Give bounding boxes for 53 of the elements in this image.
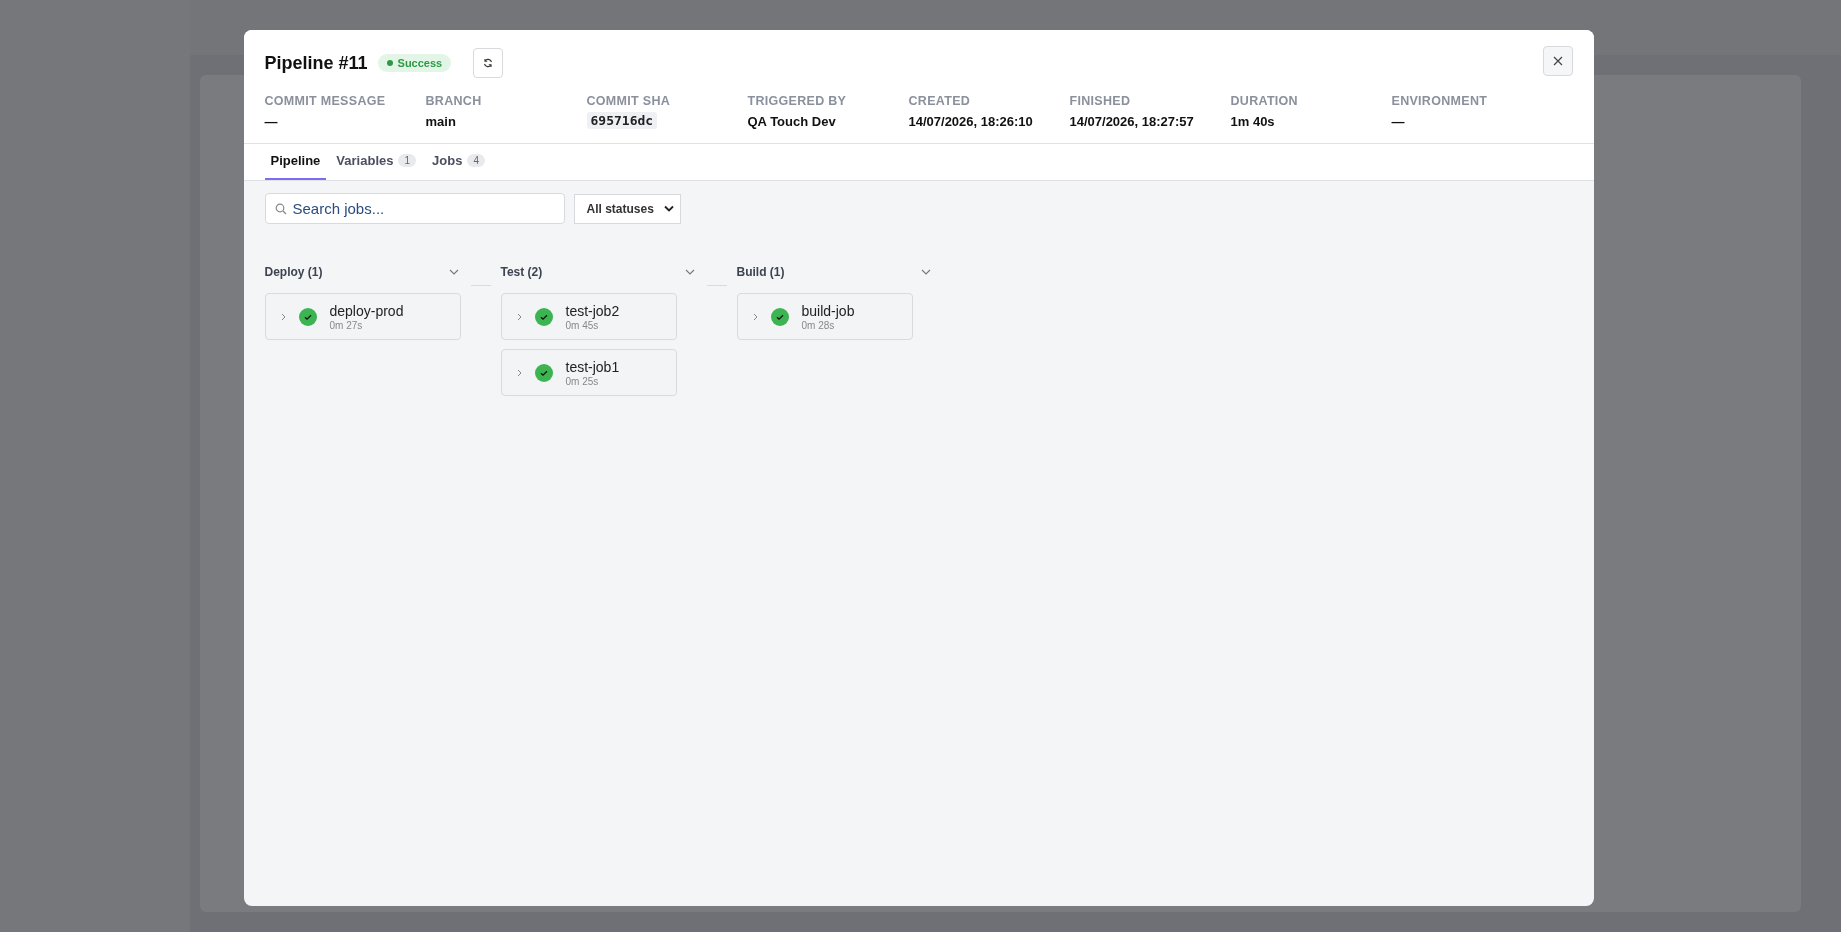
stage-title: Test (2) [500,265,543,279]
field-value: main [425,114,457,129]
close-button[interactable] [1542,46,1573,76]
job-name: test-job2 [565,302,620,319]
chevron-down-icon [663,205,674,212]
field-label: CREATED [908,94,972,108]
field-label: COMMIT SHA [586,94,672,108]
tab[interactable]: Pipeline [264,144,327,180]
field-label: ENVIRONMENT [1391,94,1489,108]
status-dropdown[interactable]: All statuses [573,193,681,224]
refresh-icon [483,58,494,68]
stage-title: Build (1) [736,265,785,279]
job-card[interactable]: test-job2 0m 45s [500,293,677,340]
chevron-down-icon [920,269,931,275]
status-badge: Success [377,54,452,72]
field-label: DURATION [1230,94,1299,108]
field-label: COMMIT MESSAGE [264,94,387,108]
count-badge: 1 [398,154,417,167]
field-value: QA Touch Dev [747,114,837,129]
field-label: TRIGGERED BY [747,94,848,108]
field-value: 14/07/2026, 18:27:57 [1069,114,1195,129]
search-icon [274,203,287,215]
field-value: 1m 40s [1230,114,1276,129]
commit-hash: 695716dc [586,112,658,129]
close-icon [1552,56,1563,66]
chevron-down-icon [448,269,459,275]
count-badge: 4 [467,154,485,167]
field-value: — [264,114,279,129]
job-duration: 0m 27s [329,319,364,331]
job-name: test-job1 [565,358,620,375]
field-label: BRANCH [425,94,483,108]
job-name: build-job [801,302,855,319]
field-value: — [1391,114,1406,129]
tab[interactable]: Jobs 4 [426,144,491,180]
dialog-title: Pipeline #11 [264,52,368,74]
job-card[interactable]: test-job1 0m 25s [500,349,677,396]
refresh-button[interactable] [473,48,504,78]
job-duration: 0m 28s [801,319,836,331]
job-name: deploy-prod [329,302,404,319]
job-duration: 0m 45s [565,319,600,331]
chevron-right-icon [516,312,522,321]
field-value: 14/07/2026, 18:26:10 [908,114,1034,129]
search-field[interactable]: Search jobs... [264,193,565,224]
chevron-right-icon [516,368,522,377]
job-duration: 0m 25s [565,375,600,387]
chevron-right-icon [752,312,758,321]
job-card[interactable]: deploy-prod 0m 27s [264,293,461,340]
chevron-down-icon [684,269,695,275]
tab[interactable]: Variables 1 [330,144,423,180]
job-card[interactable]: build-job 0m 28s [736,293,913,340]
chevron-right-icon [280,312,286,321]
field-label: FINISHED [1069,94,1132,108]
stage-title: Deploy (1) [264,265,323,279]
